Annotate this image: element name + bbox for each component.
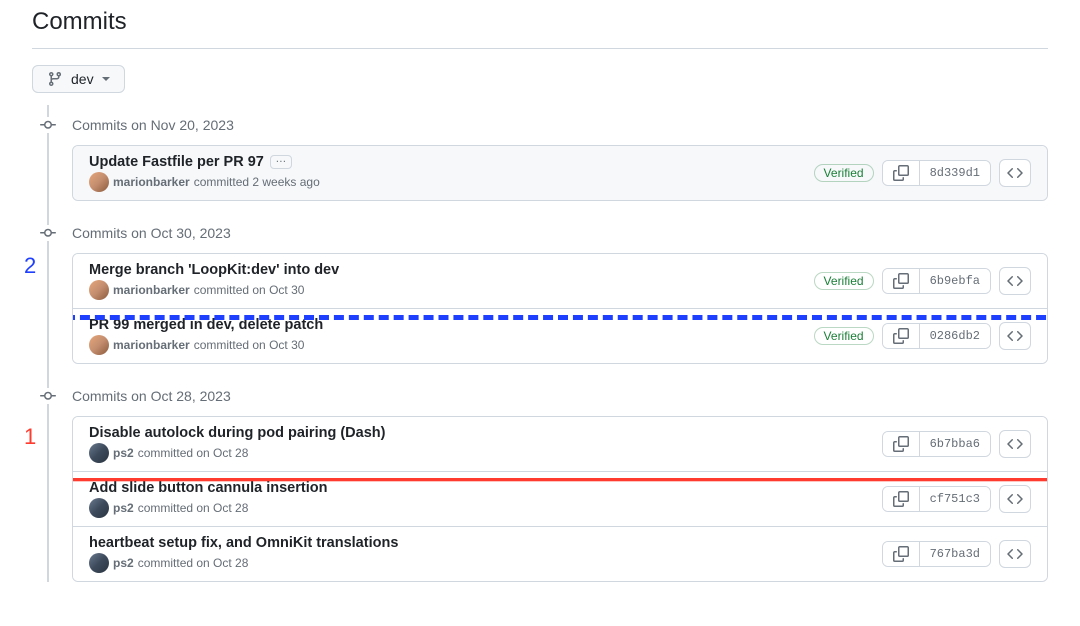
avatar[interactable]: [89, 280, 109, 300]
sha-group: 767ba3d: [882, 541, 991, 567]
commit-title[interactable]: Merge branch 'LoopKit:dev' into dev: [89, 262, 339, 278]
sha-link[interactable]: 8d339d1: [920, 161, 990, 185]
branch-icon: [47, 71, 63, 87]
date-label: Commits on Oct 28, 2023: [72, 388, 231, 404]
commit-time: committed on Oct 30: [194, 338, 305, 352]
sha-group: 6b9ebfa: [882, 268, 991, 294]
verified-badge[interactable]: Verified: [814, 164, 874, 182]
commit-title[interactable]: Update Fastfile per PR 97: [89, 154, 264, 170]
commit-title[interactable]: PR 99 merged in dev, delete patch: [89, 317, 323, 333]
commit-node-icon: [40, 117, 56, 133]
browse-code-button[interactable]: [999, 485, 1031, 513]
sha-group: 6b7bba6: [882, 431, 991, 457]
browse-code-button[interactable]: [999, 430, 1031, 458]
avatar[interactable]: [89, 443, 109, 463]
copy-sha-button[interactable]: [883, 269, 920, 293]
author-link[interactable]: marionbarker: [113, 175, 190, 189]
commit-time: committed on Oct 28: [138, 446, 249, 460]
commit-item: Update Fastfile per PR 97 … marionbarker…: [73, 146, 1047, 200]
annotation-label-1: 1: [24, 424, 36, 450]
sha-group: cf751c3: [882, 486, 991, 512]
author-link[interactable]: ps2: [113, 556, 134, 570]
commit-item: heartbeat setup fix, and OmniKit transla…: [73, 526, 1047, 581]
page-title: Commits: [32, 0, 1048, 49]
copy-sha-button[interactable]: [883, 161, 920, 185]
sha-link[interactable]: 767ba3d: [920, 542, 990, 566]
commit-time: committed on Oct 28: [138, 501, 249, 515]
author-link[interactable]: ps2: [113, 501, 134, 515]
copy-sha-button[interactable]: [883, 487, 920, 511]
author-link[interactable]: marionbarker: [113, 283, 190, 297]
avatar[interactable]: [89, 498, 109, 518]
commit-item: PR 99 merged in dev, delete patch marion…: [73, 308, 1047, 363]
browse-code-button[interactable]: [999, 322, 1031, 350]
avatar[interactable]: [89, 172, 109, 192]
commit-title[interactable]: Add slide button cannula insertion: [89, 480, 327, 496]
commit-item: Merge branch 'LoopKit:dev' into dev mari…: [73, 254, 1047, 308]
caret-down-icon: [102, 77, 110, 81]
date-label: Commits on Oct 30, 2023: [72, 225, 231, 241]
commit-title[interactable]: Disable autolock during pod pairing (Das…: [89, 425, 385, 441]
commit-time: committed on Oct 28: [138, 556, 249, 570]
author-link[interactable]: marionbarker: [113, 338, 190, 352]
avatar[interactable]: [89, 553, 109, 573]
browse-code-button[interactable]: [999, 159, 1031, 187]
browse-code-button[interactable]: [999, 540, 1031, 568]
ellipsis-button[interactable]: …: [270, 155, 292, 169]
date-label: Commits on Nov 20, 2023: [72, 117, 234, 133]
commit-item: Add slide button cannula insertion ps2 c…: [73, 471, 1047, 526]
annotation-label-2: 2: [24, 253, 36, 279]
copy-sha-button[interactable]: [883, 542, 920, 566]
browse-code-button[interactable]: [999, 267, 1031, 295]
verified-badge[interactable]: Verified: [814, 327, 874, 345]
sha-group: 8d339d1: [882, 160, 991, 186]
sha-group: 0286db2: [882, 323, 991, 349]
commit-time: committed 2 weeks ago: [194, 175, 320, 189]
sha-link[interactable]: cf751c3: [920, 487, 990, 511]
sha-link[interactable]: 6b7bba6: [920, 432, 990, 456]
timeline: Commits on Nov 20, 2023 Update Fastfile …: [32, 113, 1048, 582]
verified-badge[interactable]: Verified: [814, 272, 874, 290]
sha-link[interactable]: 6b9ebfa: [920, 269, 990, 293]
sha-link[interactable]: 0286db2: [920, 324, 990, 348]
copy-sha-button[interactable]: [883, 324, 920, 348]
commit-time: committed on Oct 30: [194, 283, 305, 297]
copy-sha-button[interactable]: [883, 432, 920, 456]
branch-selector[interactable]: dev: [32, 65, 125, 93]
commit-title[interactable]: heartbeat setup fix, and OmniKit transla…: [89, 535, 398, 551]
commit-node-icon: [40, 225, 56, 241]
author-link[interactable]: ps2: [113, 446, 134, 460]
branch-name: dev: [71, 71, 94, 87]
commit-item: Disable autolock during pod pairing (Das…: [73, 417, 1047, 471]
avatar[interactable]: [89, 335, 109, 355]
commit-node-icon: [40, 388, 56, 404]
